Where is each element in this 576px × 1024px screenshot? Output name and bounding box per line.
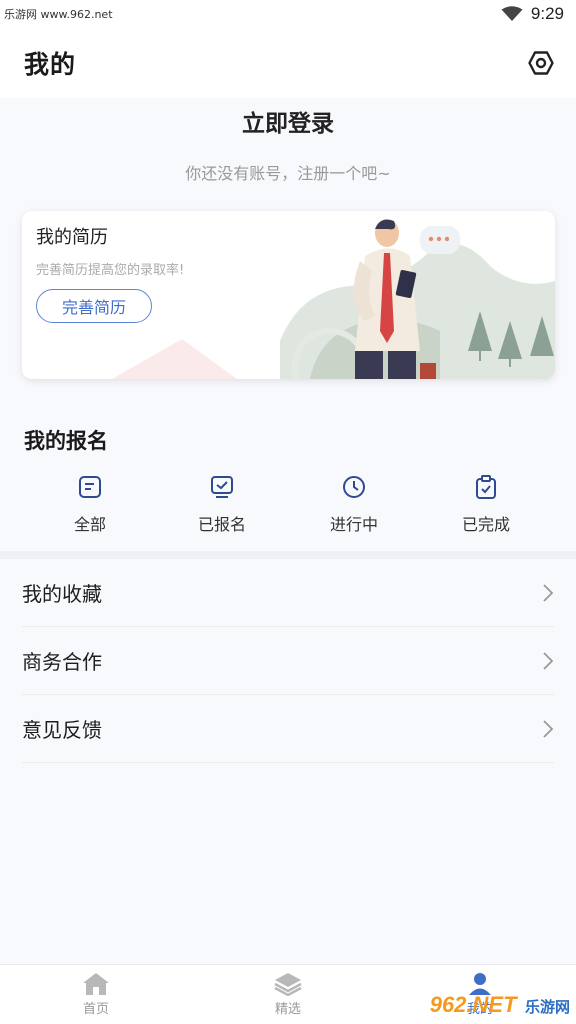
menu-item-favorites[interactable]: 我的收藏 bbox=[22, 559, 554, 627]
page-header: 我的 bbox=[0, 28, 576, 98]
signup-tab-completed[interactable]: 已完成 bbox=[420, 475, 552, 545]
signup-tab-label: 已报名 bbox=[197, 515, 246, 534]
status-site-text: 乐游网 www.962.net bbox=[4, 8, 113, 21]
resume-card-title: 我的简历 bbox=[36, 227, 108, 248]
resume-card[interactable]: 我的简历 完善简历提高您的录取率! 完善简历 bbox=[22, 211, 555, 379]
watermark-brand: 962.NET bbox=[429, 992, 517, 1017]
signup-section-title: 我的报名 bbox=[24, 429, 108, 453]
signup-tab-label: 已完成 bbox=[461, 515, 510, 534]
signup-tab-label: 全部 bbox=[73, 515, 106, 534]
resume-illustration bbox=[280, 219, 555, 379]
signup-tab-registered[interactable]: 已报名 bbox=[156, 475, 288, 545]
tab-home[interactable]: 首页 bbox=[0, 965, 192, 1024]
menu-item-feedback[interactable]: 意见反馈 bbox=[22, 695, 554, 763]
menu-item-business[interactable]: 商务合作 bbox=[22, 627, 554, 695]
chevron-right-icon bbox=[543, 583, 554, 602]
signup-tab-all[interactable]: 全部 bbox=[24, 475, 156, 545]
signup-tabs: 全部 已报名 进行中 已完成 bbox=[24, 475, 552, 545]
layers-icon bbox=[274, 973, 302, 996]
clock-icon bbox=[343, 476, 365, 498]
menu-item-label: 商务合作 bbox=[22, 650, 102, 674]
tab-featured[interactable]: 精选 bbox=[192, 965, 384, 1024]
gear-icon[interactable] bbox=[528, 50, 554, 76]
page-title: 我的 bbox=[24, 50, 77, 79]
status-right: 9:29 bbox=[501, 4, 564, 24]
complete-resume-button[interactable]: 完善简历 bbox=[36, 289, 152, 323]
home-icon bbox=[83, 973, 109, 995]
resume-card-subtitle: 完善简历提高您的录取率! bbox=[36, 263, 185, 278]
tab-label: 首页 bbox=[82, 1002, 109, 1017]
section-divider bbox=[0, 551, 576, 559]
chevron-right-icon bbox=[543, 651, 554, 670]
signup-tab-in-progress[interactable]: 进行中 bbox=[288, 475, 420, 545]
wifi-icon bbox=[501, 6, 523, 21]
menu-item-label: 我的收藏 bbox=[22, 582, 102, 606]
login-title[interactable]: 立即登录 bbox=[0, 104, 576, 138]
signup-tab-label: 进行中 bbox=[329, 515, 378, 534]
list-icon bbox=[79, 476, 101, 498]
menu-list: 我的收藏 商务合作 意见反馈 bbox=[0, 559, 576, 763]
bottom-tab-bar: 首页 精选 我的 962.NET 乐游网 bbox=[0, 964, 576, 1024]
watermark-logo: 962.NET 乐游网 bbox=[430, 992, 570, 1018]
status-time: 9:29 bbox=[530, 4, 564, 23]
tab-label: 精选 bbox=[274, 1002, 301, 1017]
status-bar: 乐游网 www.962.net 9:29 bbox=[0, 0, 576, 28]
registered-icon bbox=[211, 476, 233, 498]
watermark-name: 乐游网 bbox=[524, 999, 570, 1016]
login-subtitle: 你还没有账号，注册一个吧~ bbox=[185, 164, 391, 183]
login-section[interactable]: 立即登录 你还没有账号，注册一个吧~ bbox=[0, 98, 576, 208]
clipboard-check-icon bbox=[476, 475, 496, 499]
chevron-right-icon bbox=[543, 719, 554, 738]
menu-item-label: 意见反馈 bbox=[22, 718, 102, 742]
